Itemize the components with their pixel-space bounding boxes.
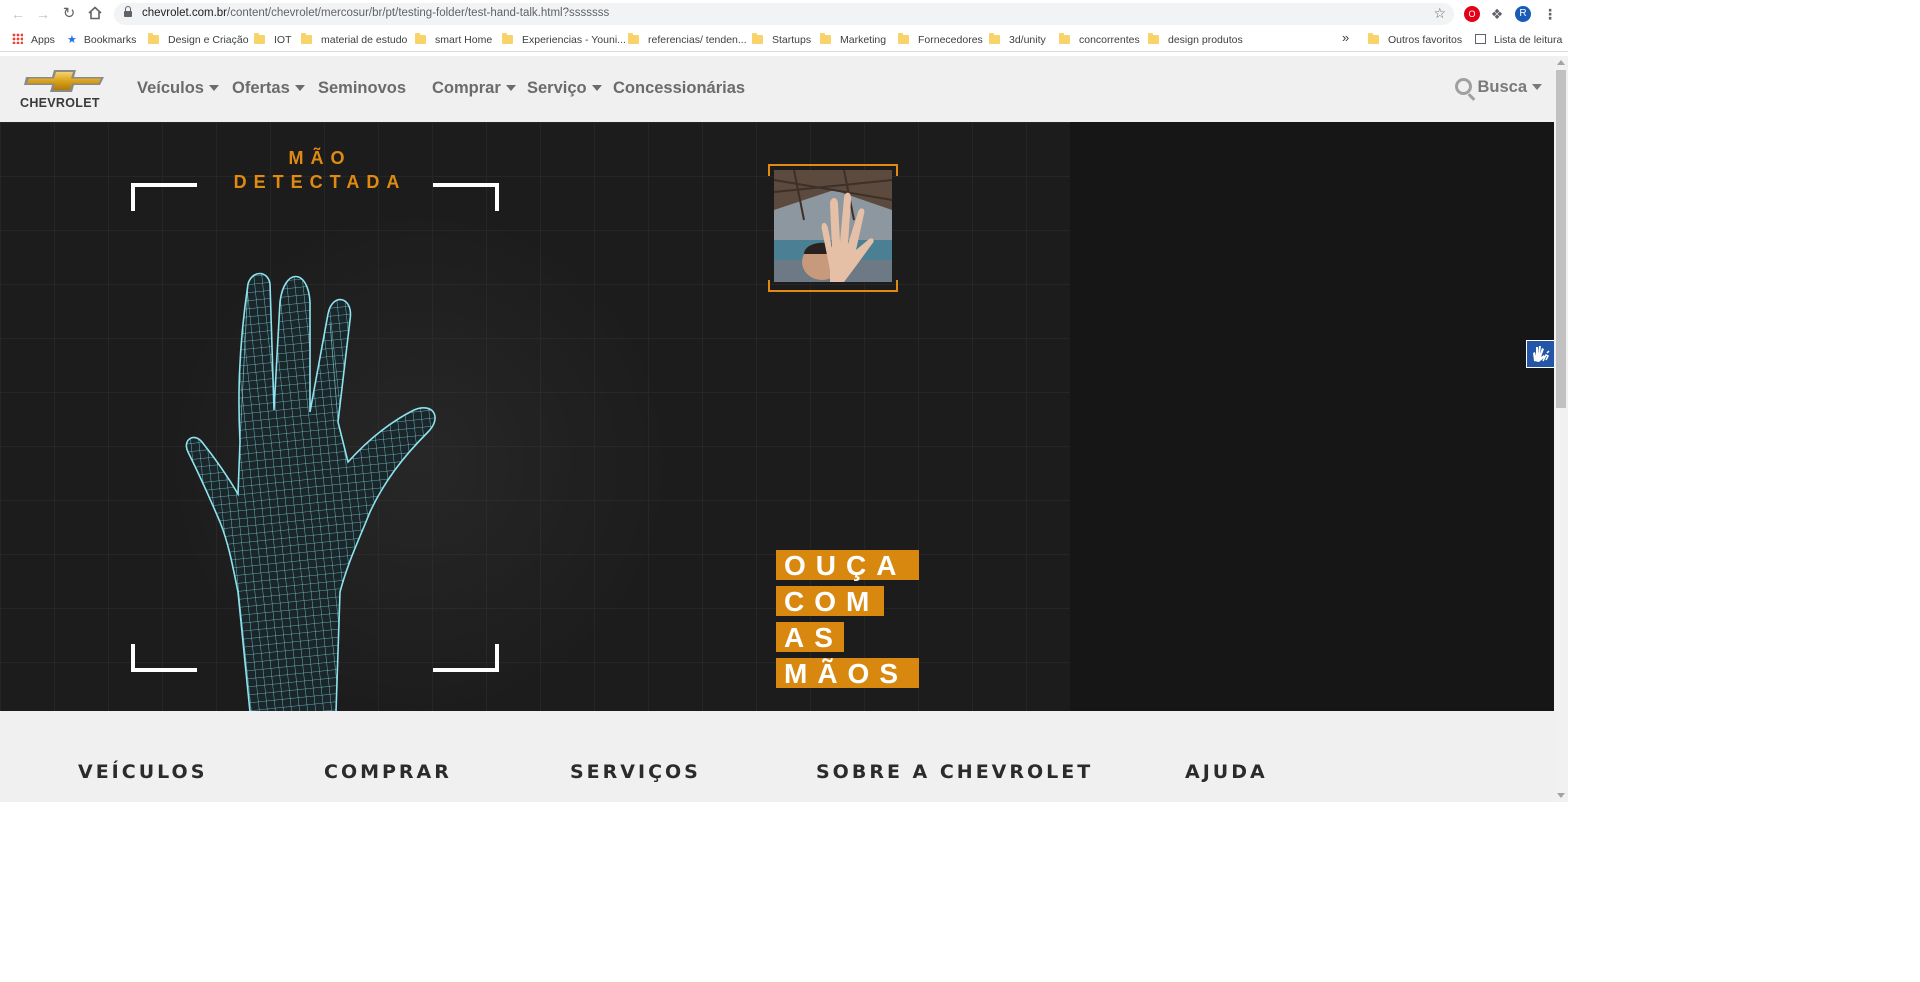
opera-extension-icon[interactable]: O bbox=[1464, 6, 1480, 22]
folder-icon bbox=[1368, 33, 1379, 44]
nav-ofertas[interactable]: Ofertas bbox=[232, 79, 305, 98]
bookmark-folder[interactable]: concorrentes bbox=[1059, 33, 1140, 47]
caret-down-icon bbox=[505, 85, 516, 91]
folder-icon bbox=[989, 33, 1000, 44]
bookmark-folder[interactable]: Design e Criação bbox=[148, 33, 249, 47]
nav-servico[interactable]: Serviço bbox=[527, 79, 602, 98]
hand-detected-label: MÃO DETECTADA bbox=[170, 146, 470, 194]
folder-icon bbox=[502, 33, 513, 44]
bookmarks-bar: Apps ★ Bookmarks Design e Criação IOT mat… bbox=[0, 28, 1568, 52]
bookmark-folder[interactable]: Experiencias - Youni... bbox=[502, 33, 626, 47]
sign-language-accessibility-button[interactable] bbox=[1526, 340, 1554, 368]
bookmarks-overflow-icon[interactable]: » bbox=[1342, 31, 1349, 45]
caret-down-icon bbox=[294, 85, 305, 91]
webcam-feed-image bbox=[774, 170, 892, 282]
footer-comprar[interactable]: COMPRAR bbox=[324, 761, 452, 783]
folder-icon bbox=[752, 33, 763, 44]
extensions-puzzle-icon[interactable]: ❖ bbox=[1489, 6, 1505, 22]
hands-icon bbox=[1533, 346, 1550, 362]
tagline-line-4: MÃOS bbox=[776, 658, 919, 689]
bookmark-folder[interactable]: 3d/unity bbox=[989, 33, 1046, 47]
tagline-line-1: OUÇA bbox=[776, 550, 919, 581]
url-text: chevrolet.com.br/content/chevrolet/merco… bbox=[142, 7, 610, 19]
nav-veiculos[interactable]: Veículos bbox=[137, 79, 219, 98]
forward-icon[interactable]: → bbox=[34, 5, 52, 23]
star-icon: ★ bbox=[67, 34, 77, 46]
scrollbar-thumb[interactable] bbox=[1556, 70, 1566, 408]
webcam-preview bbox=[768, 164, 898, 292]
lock-icon bbox=[124, 6, 132, 18]
bookmark-folder[interactable]: design produtos bbox=[1148, 33, 1243, 47]
caret-down-icon bbox=[1532, 84, 1542, 90]
bookmark-folder[interactable]: IOT bbox=[254, 33, 292, 47]
nav-concessionarias[interactable]: Concessionárias bbox=[613, 79, 745, 98]
bookmark-folder[interactable]: material de estudo bbox=[301, 33, 407, 47]
nav-comprar[interactable]: Comprar bbox=[432, 79, 516, 98]
reading-list-icon bbox=[1475, 34, 1486, 44]
frame-corner-top-right bbox=[433, 183, 499, 211]
caret-down-icon bbox=[208, 85, 219, 91]
detect-line-2: DETECTADA bbox=[233, 172, 407, 192]
footer-ajuda[interactable]: AJUDA bbox=[1185, 761, 1268, 783]
search-icon bbox=[1455, 78, 1473, 95]
browser-menu-icon[interactable]: ⋮ bbox=[1541, 5, 1559, 23]
tagline: OUÇA COM AS MÃOS bbox=[776, 550, 919, 694]
bookmark-folder[interactable]: referencias/ tenden... bbox=[628, 33, 747, 47]
hero-dark-panel bbox=[1070, 122, 1554, 711]
address-bar[interactable]: chevrolet.com.br/content/chevrolet/merco… bbox=[114, 3, 1454, 25]
tagline-line-3: AS bbox=[776, 622, 844, 653]
other-bookmarks[interactable]: Outros favoritos bbox=[1368, 33, 1462, 47]
chevrolet-logo[interactable]: CHEVROLET bbox=[20, 68, 110, 112]
apps-grid-icon bbox=[12, 33, 23, 44]
wireframe-hand-icon bbox=[185, 272, 436, 711]
bookmark-folder[interactable]: Marketing bbox=[820, 33, 886, 47]
bookmark-folder[interactable]: smart Home bbox=[415, 33, 492, 47]
folder-icon bbox=[1148, 33, 1159, 44]
nav-seminovos[interactable]: Seminovos bbox=[318, 79, 406, 98]
bookmark-apps[interactable]: Apps bbox=[12, 33, 55, 47]
bookmark-star-icon[interactable]: ☆ bbox=[1433, 5, 1446, 22]
tagline-line-2: COM bbox=[776, 586, 884, 617]
site-footer: VEÍCULOS COMPRAR SERVIÇOS SOBRE A CHEVRO… bbox=[0, 711, 1554, 802]
folder-icon bbox=[254, 33, 265, 44]
folder-icon bbox=[898, 33, 909, 44]
bookmark-bookmarks[interactable]: ★ Bookmarks bbox=[67, 33, 136, 47]
caret-down-icon bbox=[591, 85, 602, 91]
folder-icon bbox=[148, 33, 159, 44]
bookmark-folder[interactable]: Fornecedores bbox=[898, 33, 983, 47]
logo-wordmark: CHEVROLET bbox=[20, 96, 100, 110]
footer-sobre-chevrolet[interactable]: SOBRE A CHEVROLET bbox=[816, 761, 1093, 783]
browser-toolbar: ← → ↻ chevrolet.com.br/content/chevrolet… bbox=[0, 0, 1568, 28]
hero-section: MÃO DETECTADA OUÇA COM AS MÃOS bbox=[0, 122, 1554, 711]
reading-list[interactable]: Lista de leitura bbox=[1475, 33, 1562, 47]
detect-line-1: MÃO bbox=[288, 148, 352, 168]
folder-icon bbox=[628, 33, 639, 44]
footer-servicos[interactable]: SERVIÇOS bbox=[570, 761, 701, 783]
profile-avatar[interactable]: R bbox=[1515, 6, 1531, 22]
bookmark-folder[interactable]: Startups bbox=[752, 33, 811, 47]
folder-icon bbox=[301, 33, 312, 44]
search-button[interactable]: Busca bbox=[1455, 78, 1542, 97]
folder-icon bbox=[415, 33, 426, 44]
reload-icon[interactable]: ↻ bbox=[60, 5, 78, 23]
folder-icon bbox=[1059, 33, 1070, 44]
back-icon[interactable]: ← bbox=[9, 5, 27, 23]
scroll-up-icon[interactable] bbox=[1557, 60, 1565, 65]
bowtie-icon bbox=[24, 70, 104, 92]
footer-veiculos[interactable]: VEÍCULOS bbox=[78, 761, 207, 783]
site-header: CHEVROLET Veículos Ofertas Seminovos Com… bbox=[0, 56, 1554, 122]
frame-corner-top-left bbox=[131, 183, 197, 211]
folder-icon bbox=[820, 33, 831, 44]
scroll-down-icon[interactable] bbox=[1557, 793, 1565, 798]
page-scrollbar[interactable] bbox=[1554, 56, 1568, 802]
home-icon[interactable] bbox=[86, 5, 104, 23]
